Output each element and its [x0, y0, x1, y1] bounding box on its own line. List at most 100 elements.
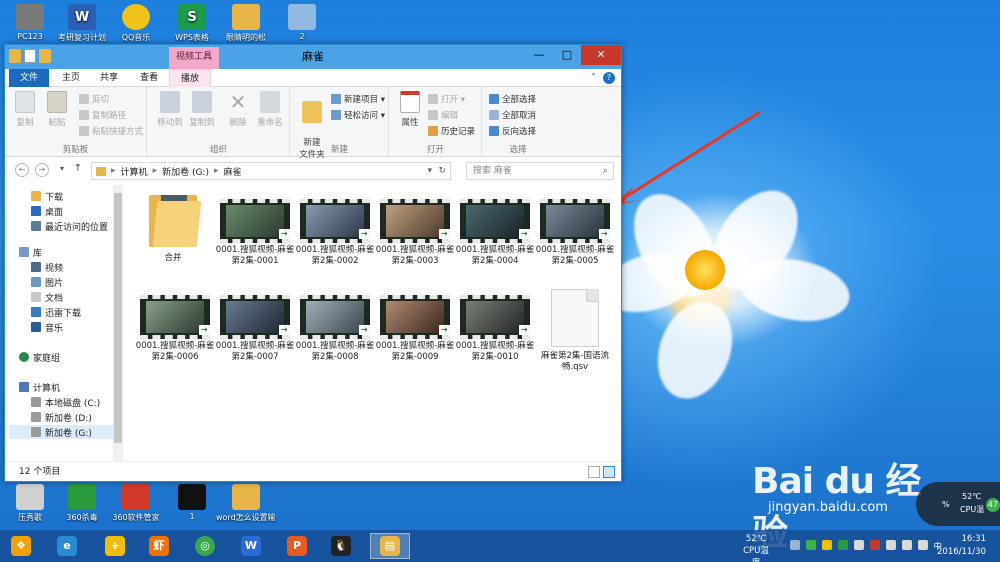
- nav-item-computer[interactable]: 计算机: [19, 380, 60, 394]
- nav-scrollbar[interactable]: [113, 185, 123, 461]
- file-item-video[interactable]: ➜ 0001.搜狐视频-麻雀第2集-0006: [135, 295, 215, 363]
- ribbon-minimize-icon[interactable]: ⌃: [590, 72, 597, 81]
- nav-item-recent[interactable]: 最近访问的位置: [31, 219, 108, 233]
- breadcrumb-drive[interactable]: 新加卷 (G:): [162, 165, 209, 178]
- select-all-button[interactable]: 全部选择: [489, 93, 536, 105]
- new-item-button[interactable]: 新建项目 ▾: [331, 93, 385, 105]
- taskbar-360[interactable]: ◎: [190, 533, 220, 559]
- network-icon[interactable]: [902, 540, 912, 550]
- help-icon[interactable]: ?: [603, 72, 615, 84]
- file-item-video[interactable]: ➜ 0001.搜狐视频-麻雀第2集-0007: [215, 295, 295, 363]
- refresh-icon[interactable]: ↻: [438, 166, 446, 176]
- file-item-video[interactable]: ➜ 0001.搜狐视频-麻雀第2集-0005: [535, 199, 615, 267]
- nav-scrollbar-thumb[interactable]: [114, 193, 122, 443]
- copy-to-button[interactable]: 复制到: [188, 91, 216, 128]
- title-bar[interactable]: 麻雀 视频工具 — □ ✕: [5, 45, 621, 69]
- cpu-monitor-widget[interactable]: % 52℃ CPU温 47: [916, 482, 1000, 526]
- tab-home[interactable]: 主页: [51, 69, 91, 87]
- copy-path-button[interactable]: 复制路径: [79, 109, 126, 121]
- tray-clock[interactable]: 16:31 2016/11/30: [937, 533, 986, 559]
- open-button[interactable]: 打开 ▾: [428, 93, 465, 105]
- battery-icon[interactable]: [886, 540, 896, 550]
- tray-360-icon[interactable]: [838, 540, 848, 550]
- tab-share[interactable]: 共享: [89, 69, 129, 87]
- paste-button[interactable]: 粘贴: [43, 91, 71, 128]
- file-item-video[interactable]: ➜ 0001.搜狐视频-麻雀第2集-0009: [375, 295, 455, 363]
- flag-icon[interactable]: [870, 540, 880, 550]
- taskbar-wps-writer[interactable]: W: [236, 533, 266, 559]
- nav-item-pictures[interactable]: 图片: [31, 275, 63, 289]
- nav-item-drive-c[interactable]: 本地磁盘 (C:): [31, 395, 100, 409]
- tab-file[interactable]: 文件: [9, 69, 50, 87]
- file-item-video[interactable]: ➜ 0001.搜狐视频-麻雀第2集-0001: [215, 199, 295, 267]
- search-input[interactable]: 搜索 麻雀 ⌕: [466, 162, 614, 180]
- minimize-button[interactable]: —: [525, 45, 553, 65]
- rename-button[interactable]: 重命名: [256, 91, 284, 128]
- file-item-video[interactable]: ➜ 0001.搜狐视频-麻雀第2集-0004: [455, 199, 535, 267]
- desktop-icon[interactable]: 眼睛明的松: [216, 4, 276, 43]
- file-item-video[interactable]: ➜ 0001.搜狐视频-麻雀第2集-0003: [375, 199, 455, 267]
- copy-button[interactable]: 复制: [11, 91, 39, 128]
- select-none-button[interactable]: 全部取消: [489, 109, 536, 121]
- nav-item-drive-d[interactable]: 新加卷 (D:): [31, 410, 92, 424]
- tray-app-icon[interactable]: [822, 540, 832, 550]
- nav-item-drive-g[interactable]: 新加卷 (G:): [9, 425, 117, 439]
- desktop-icon[interactable]: word怎么设置输注: [216, 484, 276, 523]
- taskbar-start[interactable]: ❖: [6, 533, 36, 559]
- desktop-icon[interactable]: S WPS表格: [162, 4, 222, 43]
- taskbar-wps-presentation[interactable]: P: [282, 533, 312, 559]
- details-view-icon[interactable]: [588, 466, 600, 478]
- cut-button[interactable]: 剪切: [79, 93, 109, 105]
- taskbar-plus-app[interactable]: +: [100, 533, 130, 559]
- tray-cpu-temp[interactable]: 52℃ CPU温度: [740, 533, 772, 562]
- maximize-button[interactable]: □: [553, 45, 581, 65]
- back-button[interactable]: ←: [15, 163, 29, 177]
- nav-item-music[interactable]: 音乐: [31, 320, 63, 334]
- desktop-icon[interactable]: 360软件管家: [106, 484, 166, 523]
- desktop-icon[interactable]: 1: [162, 484, 222, 521]
- shield-icon[interactable]: [806, 540, 816, 550]
- taskbar-file-explorer[interactable]: ▤: [370, 533, 410, 559]
- move-to-button[interactable]: 移动到: [156, 91, 184, 128]
- invert-selection-button[interactable]: 反向选择: [489, 125, 536, 137]
- breadcrumb-current[interactable]: 麻雀: [224, 165, 242, 178]
- up-button[interactable]: ↑: [71, 163, 85, 177]
- delete-button[interactable]: ✕ 删除: [224, 91, 252, 128]
- taskbar-xiami[interactable]: 虾: [144, 533, 174, 559]
- nav-item-homegroup[interactable]: 家庭组: [19, 350, 60, 364]
- paste-shortcut-button[interactable]: 粘贴快捷方式: [79, 125, 143, 137]
- desktop-icon[interactable]: 2: [272, 4, 332, 41]
- search-icon[interactable]: ⌕: [603, 163, 608, 179]
- nav-item-thunder-downloads[interactable]: 迅雷下载: [31, 305, 81, 319]
- history-button[interactable]: 历史记录: [428, 125, 475, 137]
- nav-item-libraries[interactable]: 库: [19, 245, 42, 259]
- tab-play[interactable]: 播放: [169, 69, 212, 87]
- tray-expand-icon[interactable]: [790, 540, 800, 550]
- volume-icon[interactable]: [918, 540, 928, 550]
- recent-locations-icon[interactable]: ▾: [55, 163, 69, 177]
- file-item-document[interactable]: 麻雀第2集-国语流畅.qsv: [535, 289, 615, 373]
- tab-view[interactable]: 查看: [129, 69, 169, 87]
- address-dropdown-icon[interactable]: ▾: [427, 166, 432, 176]
- address-bar[interactable]: ▸ 计算机 ▸ 新加卷 (G:) ▸ 麻雀 ▾ ↻: [91, 162, 451, 180]
- file-item-video[interactable]: ➜ 0001.搜狐视频-麻雀第2集-0010: [455, 295, 535, 363]
- easy-access-button[interactable]: 轻松访问 ▾: [331, 109, 385, 121]
- taskbar-qq[interactable]: 🐧: [326, 533, 356, 559]
- nav-item-desktop[interactable]: 桌面: [31, 204, 63, 218]
- nav-item-downloads[interactable]: 下载: [31, 189, 63, 203]
- tray-app-icon[interactable]: [854, 540, 864, 550]
- nav-item-videos[interactable]: 视频: [31, 260, 63, 274]
- large-icons-view-icon[interactable]: [603, 466, 615, 478]
- nav-item-documents[interactable]: 文档: [31, 290, 63, 304]
- taskbar-browser[interactable]: e: [52, 533, 82, 559]
- desktop-icon[interactable]: W 考研复习计划: [52, 4, 112, 43]
- edit-button[interactable]: 编辑: [428, 109, 458, 121]
- file-item-video[interactable]: ➜ 0001.搜狐视频-麻雀第2集-0002: [295, 199, 375, 267]
- properties-button[interactable]: 属性: [396, 91, 424, 128]
- desktop-icon[interactable]: PC123: [0, 4, 60, 41]
- desktop-icon[interactable]: 360杀毒: [52, 484, 112, 523]
- file-item-folder[interactable]: 合并: [133, 191, 213, 264]
- forward-button[interactable]: →: [35, 163, 49, 177]
- desktop-icon[interactable]: 压秀歌: [0, 484, 60, 523]
- breadcrumb-computer[interactable]: 计算机: [121, 165, 148, 178]
